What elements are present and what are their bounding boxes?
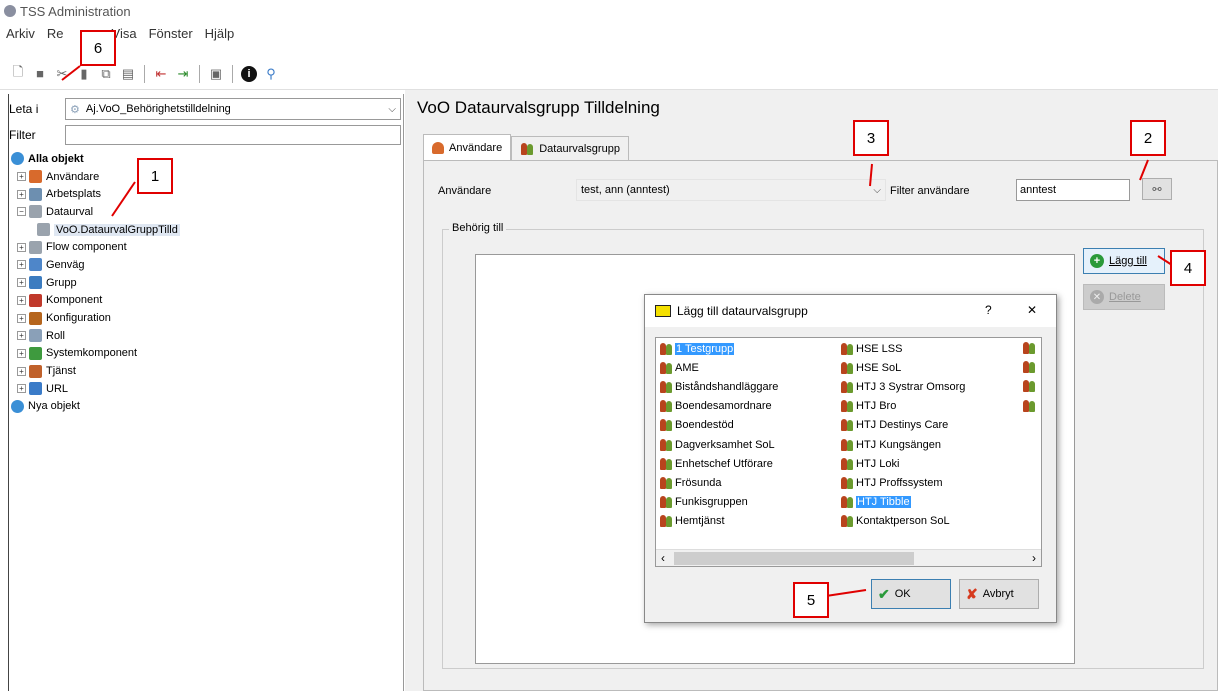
callout-4: 4 — [1170, 250, 1206, 286]
callout-6: 6 — [80, 30, 116, 66]
callout-2: 2 — [1130, 120, 1166, 156]
callout-3-arrow — [869, 163, 873, 187]
callout-3: 3 — [853, 120, 889, 156]
callout-2-arrow — [1139, 159, 1149, 181]
callout-1-arrow — [111, 181, 136, 217]
callout-arrows — [61, 65, 1173, 597]
callout-5: 5 — [793, 582, 829, 618]
callout-5-arrow — [825, 589, 867, 597]
callout-1: 1 — [137, 158, 173, 194]
callout-6-arrow — [61, 65, 81, 81]
